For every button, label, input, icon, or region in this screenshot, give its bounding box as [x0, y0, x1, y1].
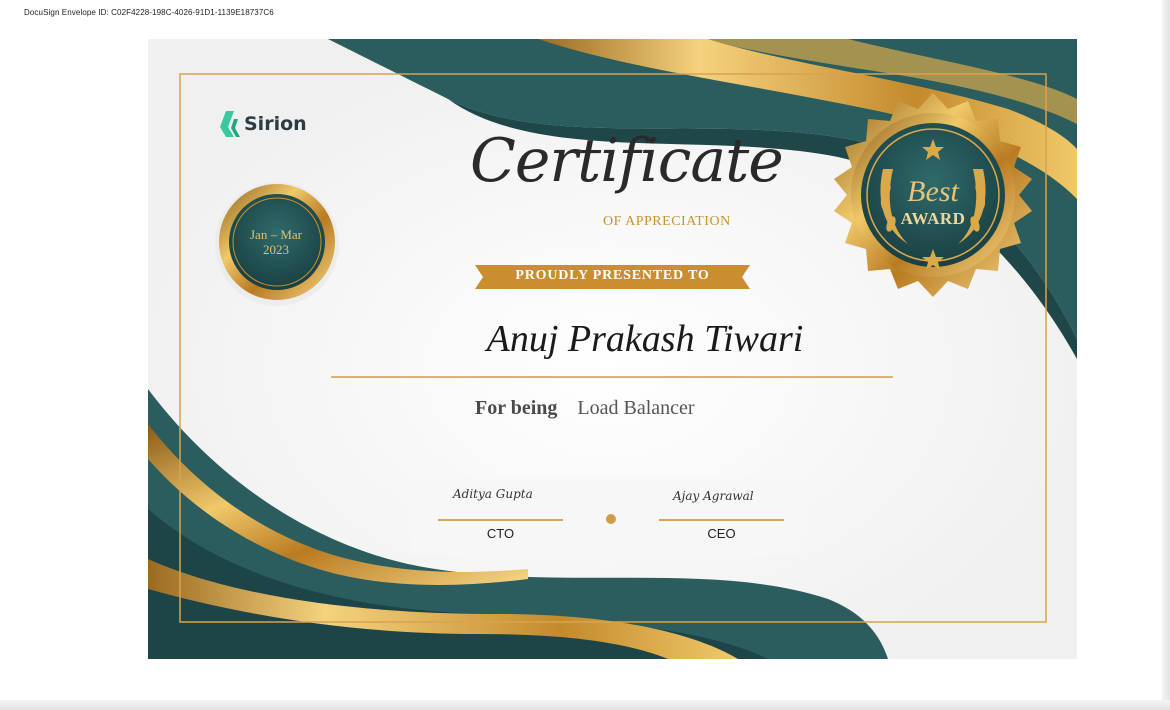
signature-separator-dot — [606, 514, 616, 524]
recipient-name: Anuj Prakash Tiwari — [486, 318, 804, 360]
period-badge: Jan – Mar 2023 — [232, 227, 320, 257]
envelope-id: DocuSign Envelope ID: C02F4228-198C-4026… — [24, 8, 274, 17]
signature-cto: Aditya Gupta — [453, 487, 533, 501]
period-line2: 2023 — [263, 242, 289, 257]
period-line1: Jan – Mar — [250, 227, 302, 242]
award-award-text: AWARD — [900, 209, 966, 228]
presented-label: PROUDLY PRESENTED TO — [515, 268, 710, 283]
signature-title-ceo: CEO — [707, 526, 736, 541]
signature-line-cto — [438, 519, 563, 521]
page-edge-right — [1162, 0, 1170, 710]
award-best-text: Best — [907, 175, 959, 208]
brand: Sirion — [221, 109, 307, 139]
certificate-title: Certificate — [470, 126, 784, 196]
reason: For being Load Balancer — [475, 397, 695, 420]
certificate-subtitle: OF APPRECIATION — [603, 214, 731, 229]
reason-label: For being — [475, 397, 558, 419]
sirion-logo-icon-space — [221, 109, 241, 139]
signature-ceo: Ajay Agrawal — [673, 489, 754, 503]
brand-name: Sirion — [244, 113, 307, 135]
certificate: Sirion Jan – Mar 2023 Certificate OF APP… — [148, 39, 1077, 659]
signature-title-cto: CTO — [486, 526, 515, 541]
reason-value: Load Balancer — [577, 397, 695, 419]
signature-line-ceo — [659, 519, 784, 521]
page-edge-bottom — [0, 700, 1170, 710]
